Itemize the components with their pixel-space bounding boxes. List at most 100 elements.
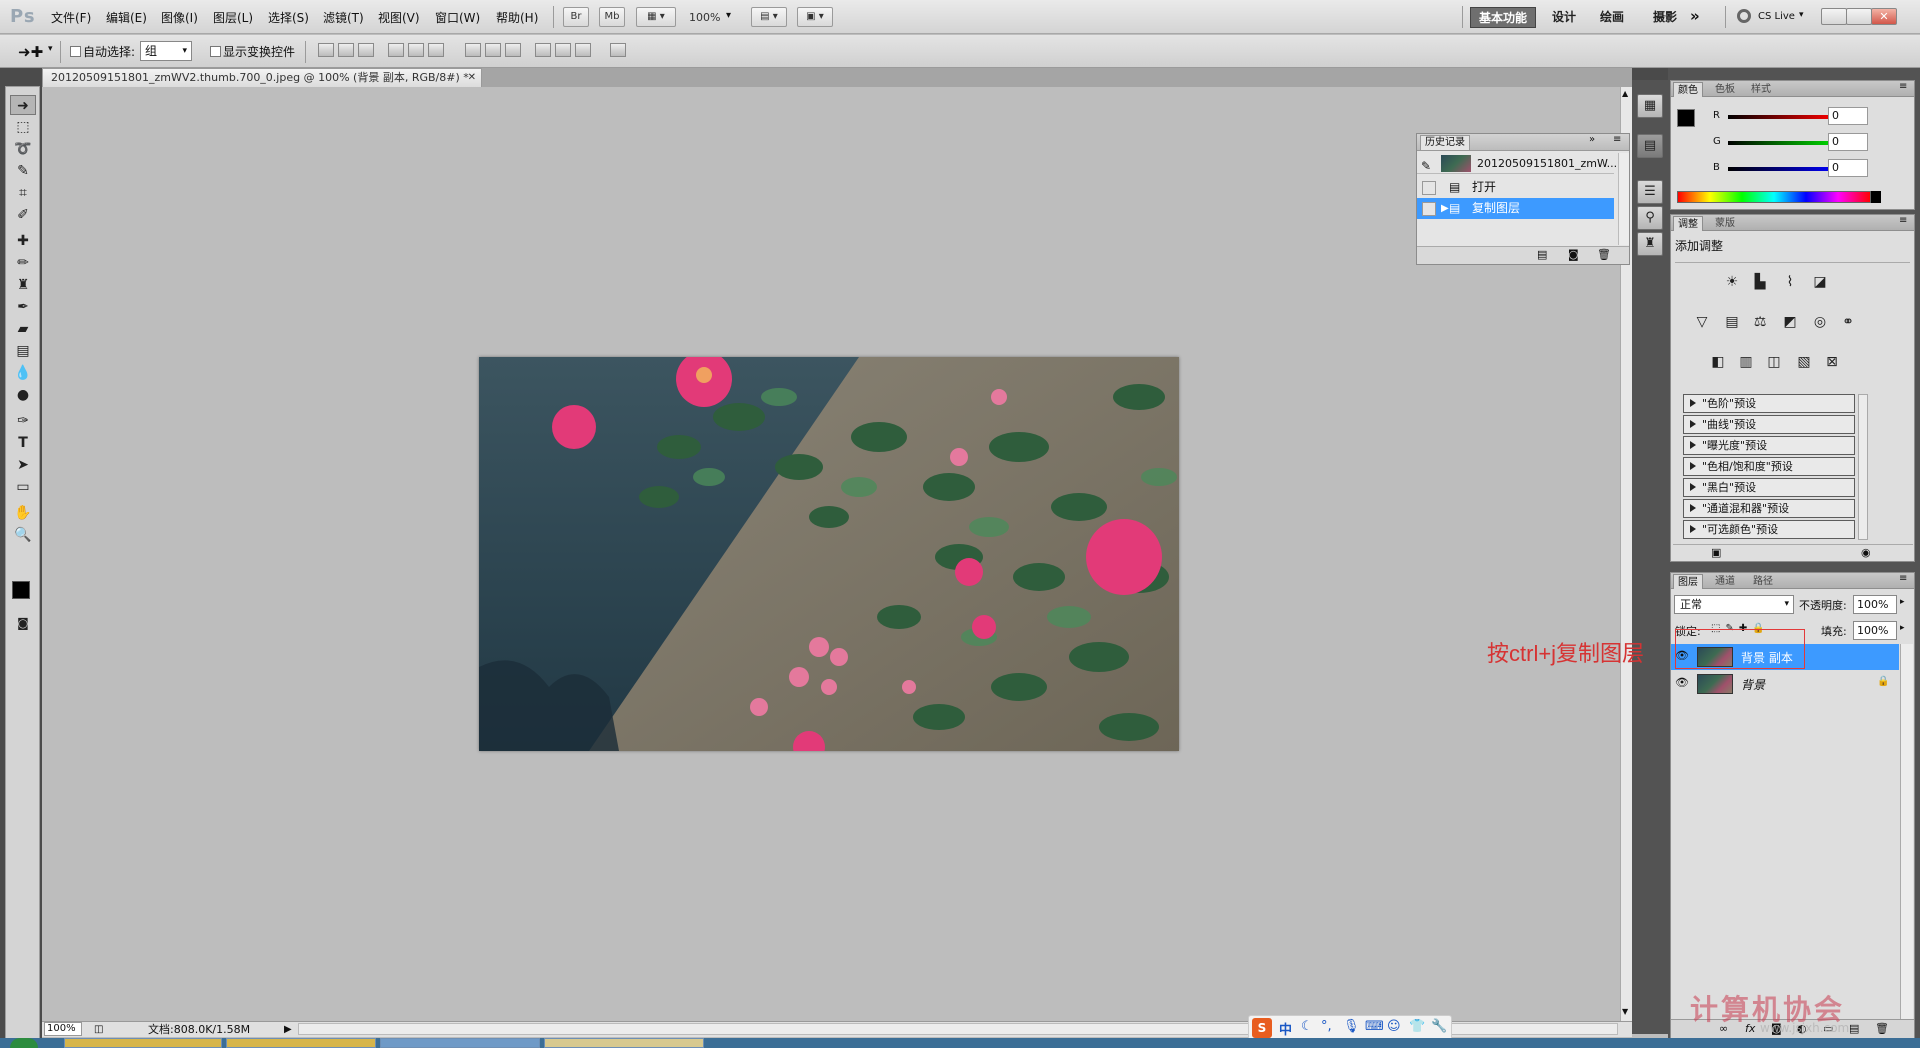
new-layer-icon[interactable]: ▤ (1849, 1022, 1859, 1035)
chevron-down-icon[interactable]: ▾ (726, 10, 731, 21)
align-vcenter-icon[interactable] (338, 43, 354, 57)
auto-select-checkbox[interactable] (70, 46, 81, 57)
workspace-photography[interactable]: 摄影 (1645, 7, 1685, 28)
pen-tool-icon[interactable]: ✑ (10, 411, 36, 431)
blend-mode-dropdown[interactable]: 正常 ▾ (1674, 595, 1794, 614)
gradient-map-icon[interactable]: ▧ (1793, 352, 1815, 372)
panel-menu-icon[interactable]: ≡ (1899, 215, 1907, 226)
curves-icon[interactable]: ⌇ (1779, 272, 1801, 292)
preset-curves[interactable]: "曲线"预设 (1683, 415, 1855, 434)
preset-exposure[interactable]: "曝光度"预设 (1683, 436, 1855, 455)
taskbar-item[interactable] (380, 1038, 540, 1048)
align-right-icon[interactable] (428, 43, 444, 57)
selective-color-icon[interactable]: ⊠ (1821, 352, 1843, 372)
show-transform-checkbox[interactable] (210, 46, 221, 57)
opacity-slider-arrow-icon[interactable]: ▸ (1900, 597, 1905, 607)
close-icon[interactable]: ✕ (468, 69, 476, 87)
history-panel-icon[interactable]: ▤ (1637, 134, 1663, 158)
quick-mask-icon[interactable]: ◙ (10, 613, 36, 633)
menu-view[interactable]: 视图(V) (378, 9, 420, 26)
fill-slider-arrow-icon[interactable]: ▸ (1900, 623, 1905, 633)
collapse-icon[interactable]: » (1589, 134, 1595, 145)
b-slider[interactable] (1728, 167, 1836, 171)
distribute-hcenter-icon[interactable] (555, 43, 571, 57)
distribute-bottom-icon[interactable] (505, 43, 521, 57)
mask-options-icon[interactable]: ◉ (1861, 546, 1871, 559)
trash-icon[interactable]: 🗑 (1597, 248, 1611, 261)
minibridge-button[interactable]: Mb (599, 7, 625, 27)
shape-tool-icon[interactable]: ▭ (10, 477, 36, 497)
vibrance-icon[interactable]: ▽ (1691, 312, 1713, 332)
taskbar-item[interactable] (64, 1038, 222, 1048)
foreground-color-swatch[interactable] (1677, 109, 1695, 127)
history-scrollbar[interactable] (1618, 153, 1629, 245)
eraser-tool-icon[interactable]: ▰ (10, 319, 36, 339)
align-bottom-icon[interactable] (358, 43, 374, 57)
tools-icon[interactable]: 🔧 (1431, 1019, 1447, 1034)
new-document-icon[interactable]: ▤ (1537, 248, 1547, 261)
navigator-icon[interactable]: ▦ (1637, 94, 1663, 118)
microphone-icon[interactable]: 🎙 (1343, 1019, 1360, 1034)
menu-layer[interactable]: 图层(L) (213, 9, 253, 26)
tab-adjustments[interactable]: 调整 (1673, 216, 1703, 231)
scroll-up-icon[interactable]: ▲ (1622, 89, 1628, 98)
gradient-tool-icon[interactable]: ▤ (10, 341, 36, 361)
panel-menu-icon[interactable]: ≡ (1613, 134, 1621, 145)
brush-tool-icon[interactable]: ✏ (10, 253, 36, 273)
color-balance-icon[interactable]: ⚖ (1749, 312, 1771, 332)
tab-color[interactable]: 颜色 (1673, 82, 1703, 97)
minimize-button[interactable] (1821, 8, 1847, 25)
scroll-down-icon[interactable]: ▼ (1622, 1007, 1628, 1016)
preset-hue-saturation[interactable]: "色相/饱和度"预设 (1683, 457, 1855, 476)
marquee-tool-icon[interactable]: ⬚ (10, 117, 36, 137)
history-snapshot[interactable]: ✎ 20120509151801_zmW... (1417, 153, 1617, 174)
move-tool-icon[interactable]: ➜ (10, 95, 36, 115)
preset-levels[interactable]: "色阶"预设 (1683, 394, 1855, 413)
brush-presets-icon[interactable]: ⚲ (1637, 206, 1663, 230)
layer-row[interactable]: 👁 背景 🔒 (1671, 671, 1899, 697)
start-button[interactable] (10, 1038, 38, 1048)
brightness-icon[interactable]: ☀ (1721, 272, 1743, 292)
healing-brush-icon[interactable]: ✚ (10, 231, 36, 251)
tab-masks[interactable]: 蒙版 (1711, 216, 1739, 231)
tab-layers[interactable]: 图层 (1673, 574, 1703, 589)
eye-icon[interactable]: 👁 (1675, 676, 1689, 689)
close-button[interactable]: ✕ (1871, 8, 1897, 25)
menu-window[interactable]: 窗口(W) (435, 9, 480, 26)
color-spectrum-bar[interactable] (1677, 191, 1871, 203)
dodge-tool-icon[interactable]: ● (10, 385, 36, 405)
preset-scrollbar[interactable] (1858, 394, 1868, 540)
menu-select[interactable]: 选择(S) (268, 9, 309, 26)
restore-button[interactable] (1846, 8, 1872, 25)
moon-icon[interactable]: ☾ (1301, 1019, 1313, 1034)
hue-saturation-icon[interactable]: ▤ (1721, 312, 1743, 332)
zoom-level[interactable]: 100% (689, 11, 720, 24)
bridge-button[interactable]: Br (563, 7, 589, 27)
arrange-documents-button[interactable]: ▤ ▾ (751, 7, 787, 27)
character-icon[interactable]: ☰ (1637, 180, 1663, 204)
ime-mode-icon[interactable]: 中 (1279, 1019, 1292, 1038)
trash-icon[interactable]: 🗑 (1875, 1022, 1889, 1035)
b-value-input[interactable]: 0 (1828, 159, 1868, 177)
tab-paths[interactable]: 路径 (1749, 574, 1777, 589)
status-info-arrow-icon[interactable]: ▶ (284, 1022, 292, 1037)
camera-icon[interactable]: ◙ (1568, 248, 1579, 261)
zoom-tool-icon[interactable]: 🔍 (10, 525, 36, 545)
menu-help[interactable]: 帮助(H) (496, 9, 538, 26)
menu-image[interactable]: 图像(I) (161, 9, 198, 26)
history-brush-icon[interactable]: ✒ (10, 297, 36, 317)
r-slider[interactable] (1728, 115, 1836, 119)
menu-edit[interactable]: 编辑(E) (106, 9, 147, 26)
tab-channels[interactable]: 通道 (1711, 574, 1739, 589)
history-tab[interactable]: 历史记录 (1420, 135, 1470, 150)
keyboard-icon[interactable]: ⌨ (1365, 1019, 1384, 1034)
layer-name[interactable]: 背景 (1741, 676, 1765, 693)
lasso-tool-icon[interactable]: ➰ (10, 139, 36, 159)
black-swatch[interactable] (1871, 191, 1881, 203)
foreground-color-swatch[interactable] (12, 581, 30, 599)
quick-select-tool-icon[interactable]: ✎ (10, 161, 36, 181)
more-workspaces-icon[interactable]: » (1690, 7, 1700, 25)
align-top-icon[interactable] (318, 43, 334, 57)
channel-mixer-icon[interactable]: ⚭ (1837, 312, 1859, 332)
preset-selective-color[interactable]: "可选颜色"预设 (1683, 520, 1855, 539)
